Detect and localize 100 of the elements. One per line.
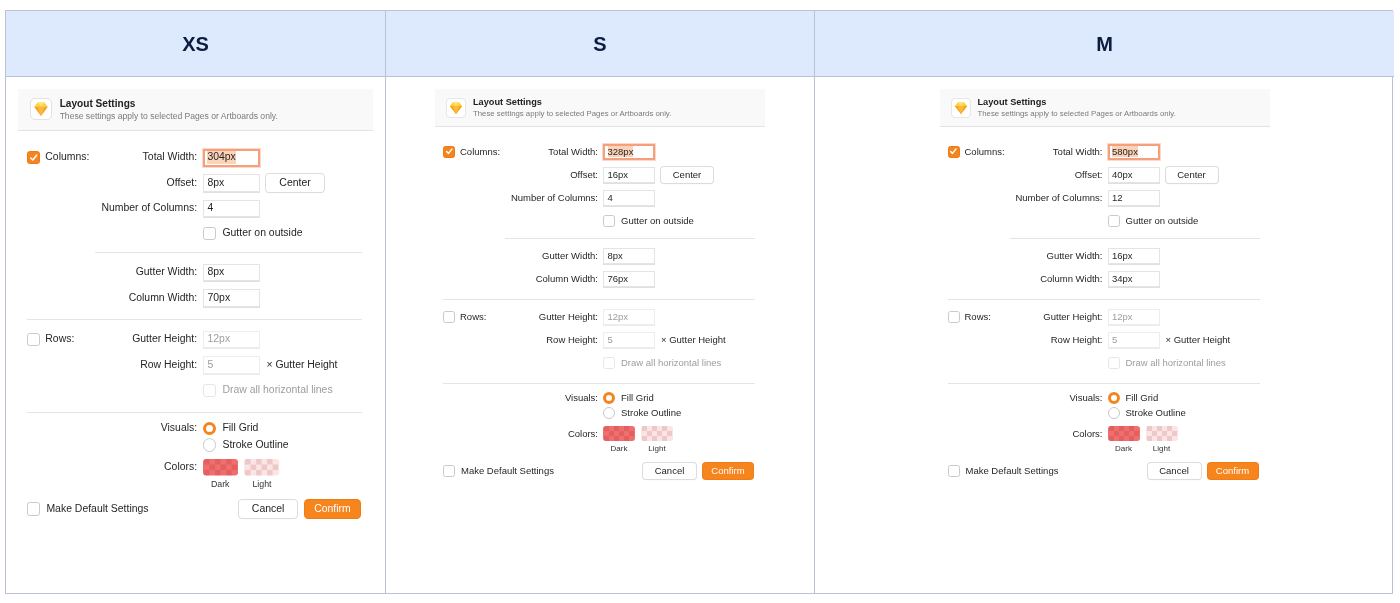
checkbox-label: Make Default Settings bbox=[46, 502, 149, 516]
radio-label: Stroke Outline bbox=[1125, 407, 1186, 419]
size-heading: M bbox=[815, 11, 1394, 77]
checkbox-label: Columns: bbox=[460, 145, 501, 158]
field-label: Colors: bbox=[567, 427, 598, 440]
inline-button[interactable]: Center bbox=[1165, 166, 1218, 183]
size-heading: S bbox=[386, 11, 815, 77]
input-field[interactable]: 70px bbox=[202, 289, 260, 307]
checkbox[interactable] bbox=[443, 465, 455, 478]
cancel-button[interactable]: Cancel bbox=[238, 500, 298, 518]
radio-label: Fill Grid bbox=[222, 422, 259, 435]
field-label: Offset: bbox=[1074, 168, 1103, 181]
cancel-button[interactable]: Cancel bbox=[1147, 463, 1201, 480]
input-field[interactable]: 8px bbox=[202, 174, 260, 192]
field-label: Offset: bbox=[166, 176, 198, 190]
input-field[interactable]: 34px bbox=[1107, 271, 1160, 287]
checkbox-label: Gutter on outside bbox=[222, 227, 303, 240]
input-field[interactable]: 8px bbox=[603, 248, 655, 264]
radio-button[interactable] bbox=[603, 392, 615, 404]
checkbox[interactable] bbox=[443, 145, 455, 158]
checkbox-label: Rows: bbox=[45, 333, 75, 346]
checkbox-label: Gutter on outside bbox=[621, 214, 694, 227]
checkbox-label: Make Default Settings bbox=[461, 465, 554, 477]
field-label: Total Width: bbox=[1052, 145, 1103, 158]
field-label: Column Width: bbox=[1040, 273, 1103, 285]
unit-label: × Gutter Height bbox=[266, 358, 338, 372]
checkbox-label: Make Default Settings bbox=[965, 465, 1059, 477]
checkbox[interactable] bbox=[947, 145, 960, 158]
field-label: Gutter Width: bbox=[542, 250, 598, 262]
input-field[interactable]: 8px bbox=[202, 263, 260, 282]
checkbox[interactable] bbox=[603, 214, 615, 227]
field-label: Visuals: bbox=[1069, 392, 1103, 404]
field-label: Row Height: bbox=[546, 334, 598, 346]
field-label: Gutter Height: bbox=[538, 311, 598, 323]
radio-button[interactable] bbox=[202, 438, 216, 452]
field-label: Row Height: bbox=[140, 358, 198, 372]
field-label: Colors: bbox=[1072, 427, 1103, 440]
checkbox[interactable] bbox=[202, 227, 216, 241]
field-label: Offset: bbox=[570, 168, 598, 181]
field-label: Gutter Height: bbox=[132, 333, 198, 346]
swatch-label: Light bbox=[1152, 444, 1171, 454]
field-label: Column Width: bbox=[535, 273, 598, 285]
radio-button[interactable] bbox=[202, 421, 216, 436]
checkbox-label: Rows: bbox=[460, 311, 487, 323]
checkbox-label: Draw all horizontal lines bbox=[1125, 357, 1226, 369]
swatch-label: Light bbox=[648, 444, 666, 454]
input-field[interactable]: 12 bbox=[1107, 189, 1160, 206]
checkbox-label: Columns: bbox=[964, 145, 1005, 158]
radio-label: Fill Grid bbox=[1125, 392, 1159, 404]
input-field[interactable]: 16px bbox=[603, 166, 655, 183]
checkbox[interactable] bbox=[947, 465, 960, 478]
dialog-title: Layout Settings bbox=[59, 97, 137, 110]
input-field[interactable]: 16px bbox=[1107, 248, 1160, 264]
radio-button[interactable] bbox=[1107, 407, 1120, 419]
input-field[interactable]: 76px bbox=[603, 271, 655, 287]
field-label: Number of Columns: bbox=[101, 202, 198, 215]
inline-button[interactable]: Center bbox=[266, 174, 324, 192]
checkbox-label: Gutter on outside bbox=[1125, 214, 1199, 227]
checkbox[interactable] bbox=[947, 311, 960, 323]
input-field[interactable]: 40px bbox=[1107, 166, 1160, 183]
radio-button[interactable] bbox=[603, 407, 615, 419]
radio-label: Stroke Outline bbox=[621, 407, 682, 419]
checkbox[interactable] bbox=[26, 502, 40, 516]
field-label: Gutter Width: bbox=[135, 266, 198, 279]
radio-label: Stroke Outline bbox=[222, 438, 289, 452]
field-label: Number of Columns: bbox=[1015, 191, 1103, 204]
unit-label: × Gutter Height bbox=[1165, 334, 1231, 346]
cancel-button[interactable]: Cancel bbox=[643, 463, 696, 480]
field-label: Number of Columns: bbox=[510, 191, 598, 204]
checkbox-label: Draw all horizontal lines bbox=[621, 357, 722, 369]
field-label: Visuals: bbox=[564, 392, 598, 404]
field-label: Total Width: bbox=[548, 145, 598, 158]
checkbox[interactable] bbox=[26, 151, 40, 165]
field-label: Total Width: bbox=[142, 151, 198, 164]
dialog-title: Layout Settings bbox=[977, 96, 1048, 108]
field-label: Colors: bbox=[164, 461, 198, 474]
checkbox-label: Columns: bbox=[45, 151, 90, 164]
input-field[interactable]: 4 bbox=[202, 199, 260, 218]
field-label: Gutter Width: bbox=[1046, 250, 1103, 262]
inline-button[interactable]: Center bbox=[661, 166, 713, 183]
swatch-label: Dark bbox=[210, 479, 230, 490]
size-heading: XS bbox=[6, 11, 386, 77]
swatch-label: Dark bbox=[1115, 444, 1132, 454]
input-field[interactable]: 328px bbox=[603, 143, 655, 160]
checkbox-label: Draw all horizontal lines bbox=[222, 383, 333, 397]
checkbox[interactable] bbox=[1107, 214, 1120, 227]
input-field[interactable]: 580px bbox=[1107, 143, 1160, 160]
field-label: Gutter Height: bbox=[1043, 311, 1103, 323]
field-label: Visuals: bbox=[160, 422, 198, 435]
checkbox[interactable] bbox=[443, 311, 455, 323]
radio-button[interactable] bbox=[1107, 392, 1120, 404]
unit-label: × Gutter Height bbox=[661, 334, 726, 346]
checkbox[interactable] bbox=[26, 332, 40, 347]
field-label: Column Width: bbox=[128, 291, 198, 305]
checkbox-label: Rows: bbox=[964, 311, 991, 323]
input-field[interactable]: 4 bbox=[603, 189, 655, 206]
field-label: Row Height: bbox=[1050, 334, 1103, 346]
dialog-title: Layout Settings bbox=[473, 96, 543, 108]
input-field[interactable]: 304px bbox=[202, 148, 260, 167]
swatch-label: Light bbox=[252, 479, 272, 490]
